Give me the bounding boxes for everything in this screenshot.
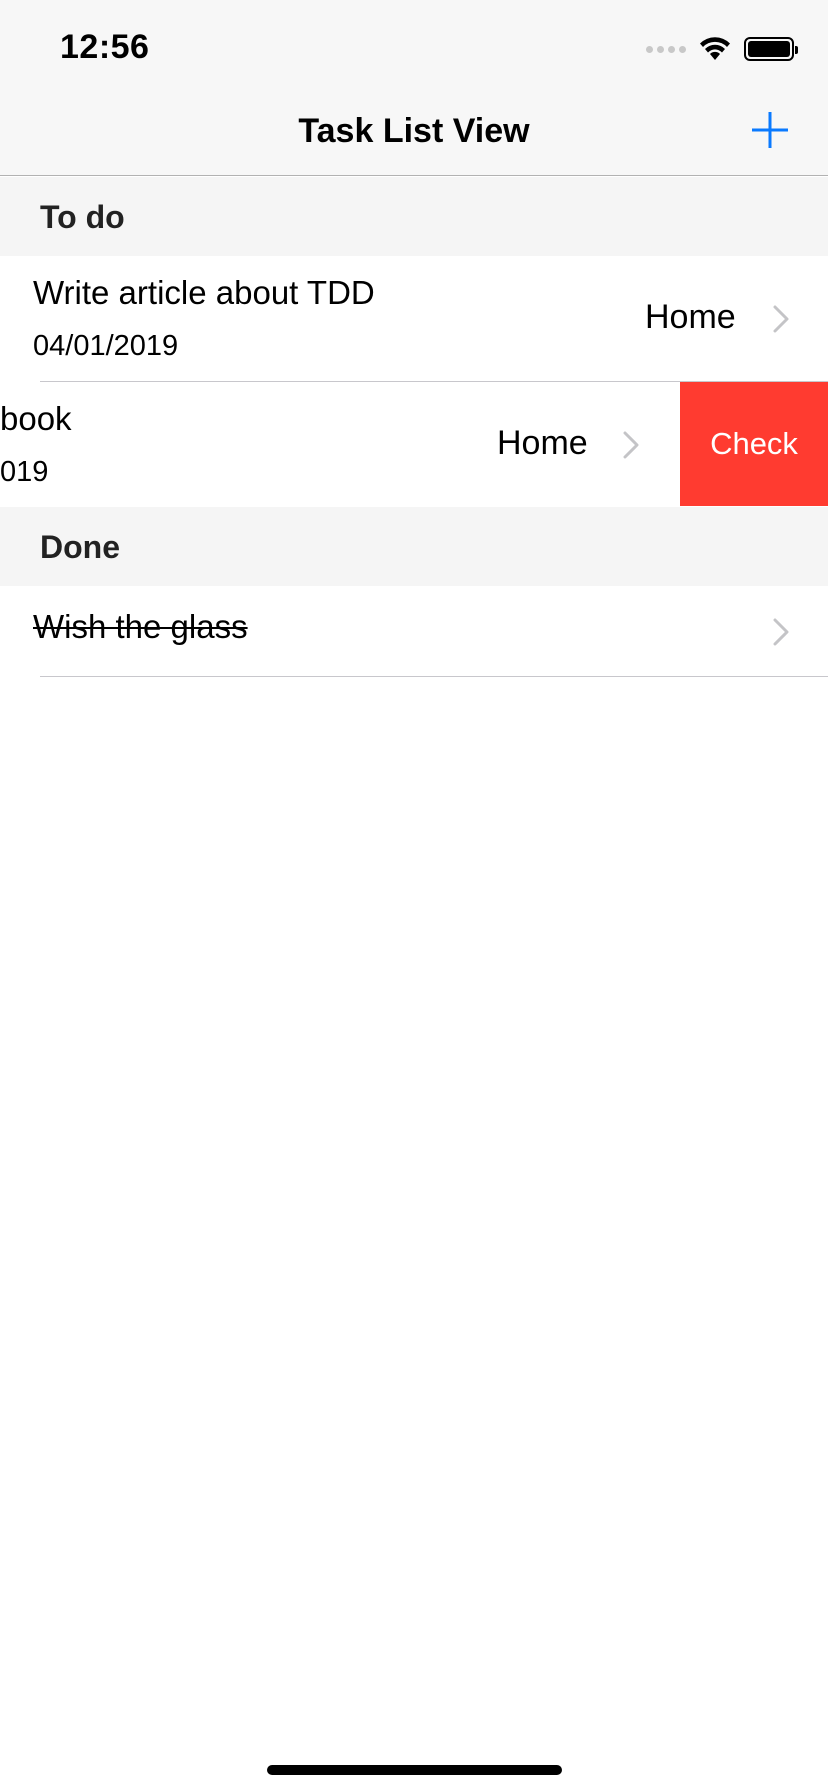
section-header-label: Done: [40, 529, 120, 565]
status-time: 12:56: [60, 28, 150, 66]
battery-icon: [744, 37, 798, 61]
task-title: Write article about TDD: [33, 274, 375, 311]
chevron-right-icon: [773, 618, 789, 646]
section-header-todo: To do: [0, 177, 828, 256]
status-icons: [646, 36, 798, 62]
task-date: 04/01/2019: [33, 330, 179, 362]
home-indicator[interactable]: [267, 1765, 562, 1775]
section-header-done: Done: [0, 507, 828, 586]
signal-dots-icon: [646, 45, 686, 53]
page-title: Task List View: [298, 112, 530, 150]
navigation-bar: Task List View: [0, 88, 828, 176]
task-row[interactable]: Wish the glass: [0, 587, 828, 676]
section-header-label: To do: [40, 199, 125, 235]
task-category: Home: [645, 298, 736, 336]
wifi-icon: [700, 37, 730, 60]
task-category: Home: [497, 424, 588, 462]
check-action-button[interactable]: Check: [680, 382, 828, 506]
task-title: book: [0, 400, 72, 437]
task-date: 019: [0, 456, 49, 488]
chevron-right-icon: [623, 431, 639, 459]
plus-icon[interactable]: [748, 108, 792, 152]
row-separator: [40, 676, 828, 677]
task-row[interactable]: Write article about TDD 04/01/2019 Home: [0, 256, 828, 381]
task-row-swiped[interactable]: book 019 Home: [0, 382, 680, 506]
task-title-completed: Wish the glass: [33, 608, 248, 645]
chevron-right-icon: [773, 305, 789, 333]
status-bar: 12:56: [0, 0, 828, 88]
